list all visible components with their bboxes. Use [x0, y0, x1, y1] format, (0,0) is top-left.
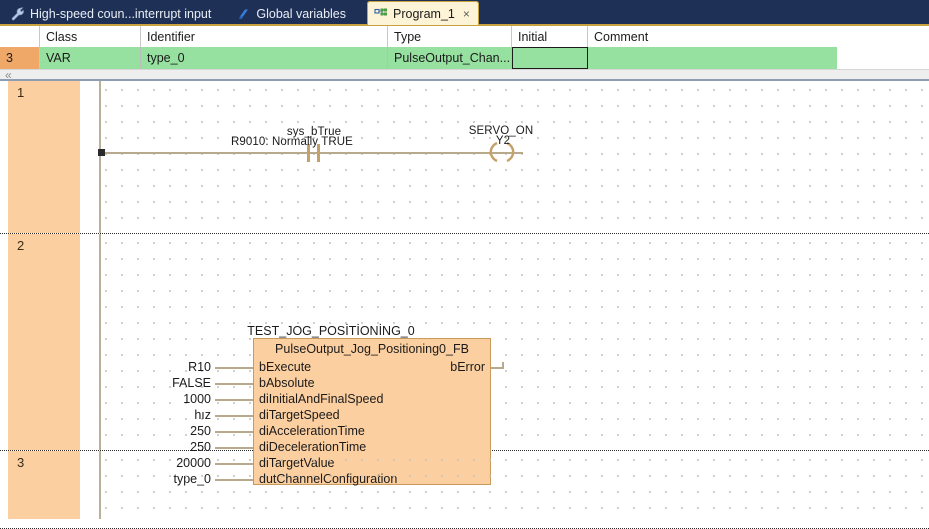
ladder-rung-3[interactable]: 3 [0, 451, 929, 529]
cell-initial[interactable] [512, 47, 588, 69]
contact-comment-label: R9010: Normally TRUE [231, 136, 353, 148]
grid-header-identifier[interactable]: Identifier [141, 26, 388, 47]
rung-number-2[interactable]: 2 [8, 234, 80, 450]
fb-arg-ditargetspeed[interactable]: hız [129, 407, 211, 423]
fb-arg-bexecute[interactable]: R10 [129, 359, 211, 375]
tab-close-icon[interactable]: × [463, 7, 470, 21]
rail-connector [98, 149, 105, 156]
fb-pin-ditargetspeed[interactable]: diTargetSpeed [259, 407, 340, 423]
variable-declaration-grid: Class Identifier Type Initial Comment 3 … [0, 26, 929, 82]
cell-comment[interactable] [588, 47, 837, 69]
tab-label: Program_1 [393, 6, 455, 21]
grid-header-row: Class Identifier Type Initial Comment [0, 26, 929, 47]
coil-address-label: Y2 [495, 135, 511, 147]
tab-global-variables[interactable]: Global variables [230, 2, 355, 26]
fb-arg-babsolute[interactable]: FALSE [129, 375, 211, 391]
rung-number-3[interactable]: 3 [8, 451, 80, 519]
rung-1-body[interactable]: sys_bTrue R9010: Normally TRUE SERVO_ON … [98, 81, 929, 233]
fb-arg-diaccelerationtime[interactable]: 250 [129, 423, 211, 439]
grid-header-rownum[interactable] [0, 26, 40, 47]
cell-type[interactable]: PulseOutput_Chan... [388, 47, 512, 69]
rung-2-body[interactable]: TEST_JOG_POSİTİONİNG_0 PulseOutput_Jog_P… [100, 234, 929, 486]
rung-3-body[interactable] [100, 451, 929, 519]
wrench-icon [11, 7, 25, 21]
fb-arg-diinitialandfinalspeed[interactable]: 1000 [129, 391, 211, 407]
variables-icon [237, 7, 251, 21]
fb-type-name: PulseOutput_Jog_Positioning0_FB [275, 342, 469, 356]
fb-input-wire-3 [215, 415, 253, 417]
cell-class[interactable]: VAR [40, 47, 141, 69]
ladder-rung-2[interactable]: 2 TEST_JOG_POSİTİONİNG_0 PulseOutput_Jog… [0, 234, 929, 486]
fb-pin-berror[interactable]: bError [385, 359, 485, 375]
grid-row-3[interactable]: 3 VAR type_0 PulseOutput_Chan... [0, 47, 929, 69]
grid-header-type[interactable]: Type [388, 26, 512, 47]
ladder-program-icon [374, 7, 388, 21]
fb-input-wire-1 [215, 383, 253, 385]
fb-pin-babsolute[interactable]: bAbsolute [259, 375, 315, 391]
fb-instance-name: TEST_JOG_POSİTİONİNG_0 [247, 324, 415, 338]
tab-label: Global variables [256, 7, 347, 21]
row-number-cell[interactable]: 3 [0, 47, 40, 69]
grid-header-comment[interactable]: Comment [588, 26, 929, 47]
fb-pin-bexecute[interactable]: bExecute [259, 359, 311, 375]
editor-tab-bar: High-speed coun...interrupt input Global… [0, 0, 929, 26]
tab-program-1[interactable]: Program_1 × [367, 1, 479, 26]
grid-header-initial[interactable]: Initial [512, 26, 588, 47]
grid-header-class[interactable]: Class [40, 26, 141, 47]
fb-input-wire-5 [215, 447, 253, 449]
fb-pin-diaccelerationtime[interactable]: diAccelerationTime [259, 423, 365, 439]
coil-tail-wire [513, 152, 523, 154]
cell-identifier[interactable]: type_0 [141, 47, 388, 69]
tab-high-speed-counter[interactable]: High-speed coun...interrupt input [4, 2, 220, 26]
plc-editor-window: High-speed coun...interrupt input Global… [0, 0, 929, 529]
rung-number-1[interactable]: 1 [8, 81, 80, 233]
fb-pin-diinitialandfinalspeed[interactable]: diInitialAndFinalSpeed [259, 391, 383, 407]
fb-output-wire-end [502, 362, 504, 368]
ladder-rung-1[interactable]: 1 sys_bTrue R9010: Normally TRUE SERVO_O… [0, 81, 929, 234]
fb-input-wire-2 [215, 399, 253, 401]
ladder-diagram-canvas[interactable]: 1 sys_bTrue R9010: Normally TRUE SERVO_O… [0, 81, 929, 529]
tab-label: High-speed coun...interrupt input [30, 7, 212, 21]
fb-input-wire-0 [215, 367, 253, 369]
fb-input-wire-4 [215, 431, 253, 433]
